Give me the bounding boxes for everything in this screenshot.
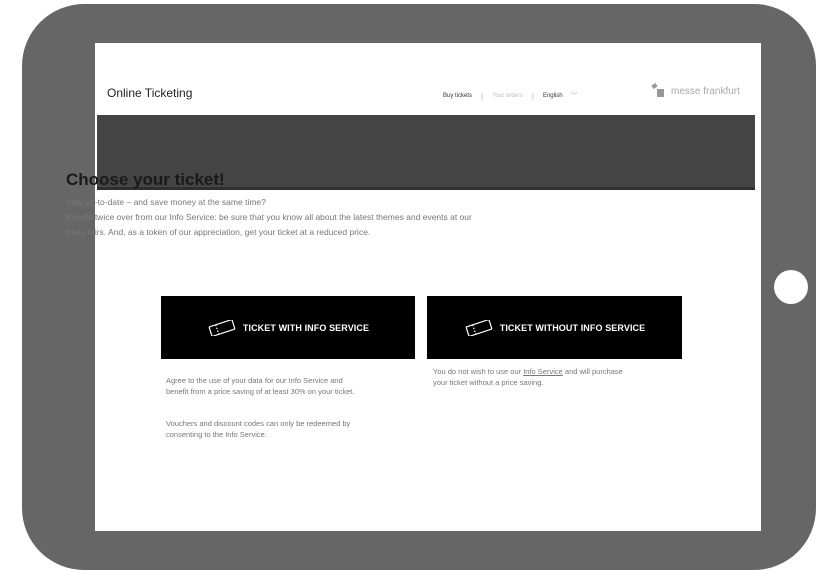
intro-line: trade fairs. And, as a token of our appr… [66,227,371,237]
brand-logo[interactable]: messe frankfurt [651,82,740,98]
description-text: You do not wish to use our [433,367,524,376]
main-content: Choose your ticket! Stay up-to-date – an… [66,170,596,240]
description-line: benefit from a price saving of at least … [166,387,355,396]
nav-your-orders[interactable]: Your orders [492,93,523,99]
header-nav: Buy tickets | Your orders | English ﹀ [443,91,578,101]
description-line: your ticket without a price saving. [433,378,544,387]
language-select-value: English [542,93,563,99]
ticket-with-info-service-button[interactable]: TICKET WITH INFO SERVICE [161,296,415,359]
description-text: and will purchase [562,367,623,376]
with-info-service-description: Agree to the use of your data for our In… [166,375,411,397]
ticket-with-info-service-label: TICKET WITH INFO SERVICE [242,322,370,333]
intro-line: Benefit twice over from our Info Service… [66,212,472,222]
ticket-icon [208,319,236,336]
brand-name: messe frankfurt [671,85,740,97]
description-line: Vouchers and discount codes can only be … [166,419,351,428]
tablet-home-button [774,270,808,304]
voucher-note: Vouchers and discount codes can only be … [166,418,411,440]
page-title: Choose your ticket! [66,170,225,189]
screen: Online Ticketing Buy tickets | Your orde… [95,43,761,531]
intro-line: Stay up-to-date – and save money at the … [66,197,266,207]
description-line: Agree to the use of your data for our In… [166,376,343,385]
description-line: You do not wish to use our Info Service … [433,366,688,377]
ticket-icon [465,319,493,336]
nav-separator: | [531,91,534,101]
intro-text: Stay up-to-date – and save money at the … [66,195,596,240]
description-line: consenting to the Info Service. [166,430,267,439]
chevron-down-icon: ﹀ [570,93,578,100]
nav-buy-tickets[interactable]: Buy tickets [443,93,472,99]
without-info-service-description: You do not wish to use our Info Service … [433,366,688,388]
info-service-link[interactable]: Info Service [523,367,563,376]
ticket-without-info-service-label: TICKET WITHOUT INFO SERVICE [499,322,646,333]
messe-frankfurt-logo-icon [651,82,666,98]
header: Online Ticketing Buy tickets | Your orde… [95,43,761,115]
ticket-without-info-service-button[interactable]: TICKET WITHOUT INFO SERVICE [427,296,682,359]
nav-separator: | [481,91,484,101]
app-title: Online Ticketing [107,86,193,100]
language-select[interactable]: English ﹀ [543,91,578,101]
